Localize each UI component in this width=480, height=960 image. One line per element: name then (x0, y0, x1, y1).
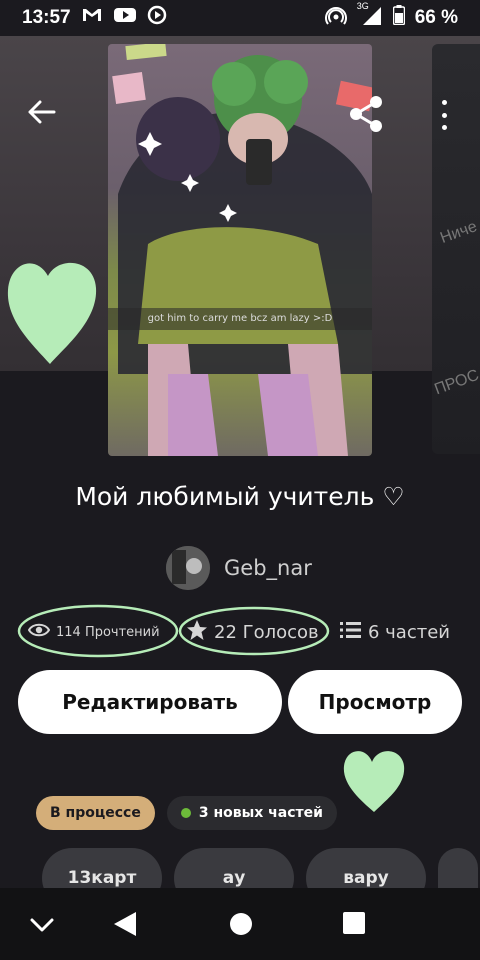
new-parts-badge: 3 новых частей (166, 796, 337, 830)
signal-icon: 3G (357, 1, 383, 31)
story-title: Мой любимый учитель ♡ (75, 482, 405, 511)
author-row[interactable]: Geb_nar (166, 545, 312, 591)
avatar[interactable] (166, 546, 210, 590)
status-badge-label: В процессе (50, 805, 141, 821)
eye-icon (27, 622, 51, 642)
votes-stat: 22 Голосов (186, 619, 319, 646)
more-vertical-icon (441, 100, 447, 105)
more-options-button[interactable] (438, 100, 450, 130)
back-button[interactable] (24, 96, 60, 132)
reads-stat: 114 Прочтений (27, 622, 160, 642)
heart-doodle-left (7, 262, 97, 364)
parts-stat: 6 частей (340, 621, 450, 644)
stats-row: 114 Прочтений 22 Голосов 6 частей (17, 604, 462, 658)
share-button[interactable] (346, 94, 386, 134)
nav-back-icon[interactable] (112, 910, 138, 943)
badges-row: В процессе 3 новых частей (36, 796, 337, 830)
new-parts-label: 3 новых частей (198, 805, 323, 821)
parts-count: 6 частей (368, 621, 450, 643)
status-badge: В процессе (36, 796, 155, 830)
chevron-down-icon[interactable] (30, 918, 54, 937)
nav-recents-icon[interactable] (343, 912, 365, 939)
story-hero: Ниче ПРОС got him to carry me bcz am laz… (0, 36, 480, 456)
network-type: 3G (356, 1, 369, 11)
reads-count: 114 Прочтений (56, 624, 160, 640)
story-cover-image: got him to carry me bcz am lazy >:D (108, 44, 372, 456)
nav-home-icon[interactable] (229, 912, 253, 941)
cover-caption: got him to carry me bcz am lazy >:D (108, 308, 372, 330)
votes-count: 22 Голосов (214, 621, 319, 643)
hotspot-icon (324, 5, 347, 31)
author-name[interactable]: Geb_nar (224, 556, 312, 580)
system-nav-bar (0, 888, 480, 960)
status-time: 13:57 (22, 7, 71, 28)
share-icon (346, 96, 386, 138)
view-button[interactable]: Просмотр (288, 670, 462, 734)
edit-button[interactable]: Редактировать (18, 670, 282, 734)
star-icon (186, 619, 208, 646)
status-bar: 13:57 3G 66 % (0, 0, 480, 36)
battery-icon (392, 5, 405, 31)
list-icon (340, 621, 362, 644)
media-icon (147, 5, 167, 31)
gmail-icon (81, 6, 103, 30)
new-dot-icon (180, 808, 191, 818)
heart-doodle-right (343, 751, 405, 812)
arrow-back-icon (28, 100, 56, 129)
youtube-icon (113, 6, 137, 30)
battery-percent: 66 % (414, 7, 458, 28)
